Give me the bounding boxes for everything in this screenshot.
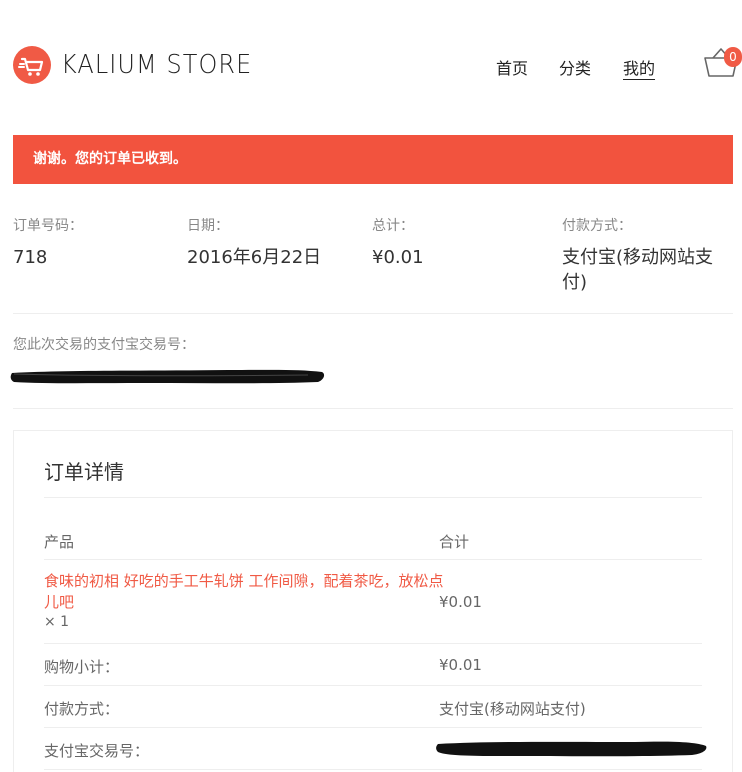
redacted-trade-number bbox=[10, 369, 325, 384]
divider bbox=[13, 408, 733, 409]
nav-home[interactable]: 首页 bbox=[496, 55, 528, 79]
product-quantity: × 1 bbox=[44, 614, 70, 630]
payment-method-value: 支付宝(移动网站支付) bbox=[562, 247, 714, 293]
order-details-title: 订单详情 bbox=[44, 460, 124, 484]
total-value: ¥0.01 bbox=[372, 247, 424, 268]
table-divider bbox=[44, 497, 702, 498]
table-divider bbox=[44, 559, 702, 560]
product-column-header: 产品 bbox=[44, 533, 75, 551]
table-divider bbox=[44, 643, 702, 644]
order-number-label: 订单号码： bbox=[13, 218, 83, 234]
nav-category[interactable]: 分类 bbox=[559, 55, 591, 79]
date-value: 2016年6月22日 bbox=[187, 247, 322, 268]
trade-number-label: 您此次交易的支付宝交易号： bbox=[13, 337, 195, 353]
details-trade-number-label: 支付宝交易号： bbox=[44, 742, 150, 760]
product-price: ¥0.01 bbox=[439, 593, 482, 611]
date-label: 日期： bbox=[187, 218, 229, 234]
order-number-value: 718 bbox=[13, 247, 48, 268]
redacted-details-trade-number bbox=[436, 741, 707, 757]
cart-logo-icon bbox=[18, 57, 44, 76]
details-payment-label: 付款方式： bbox=[44, 700, 120, 718]
site-header: KALIUM STORE 首页 分类 我的 0 bbox=[0, 0, 742, 120]
details-payment-value: 支付宝(移动网站支付) bbox=[439, 700, 586, 718]
cart-count-badge[interactable]: 0 bbox=[724, 47, 742, 67]
divider bbox=[13, 313, 733, 314]
subtotal-label: 购物小计： bbox=[44, 658, 120, 676]
total-label: 总计： bbox=[372, 218, 414, 234]
payment-method-label: 付款方式： bbox=[562, 218, 632, 234]
product-link[interactable]: 食味的初相 好吃的手工牛轧饼 工作间隙，配着茶吃，放松点儿吧 bbox=[44, 571, 444, 613]
subtotal-value: ¥0.01 bbox=[439, 656, 482, 674]
table-divider bbox=[44, 769, 702, 770]
brand-name[interactable]: KALIUM STORE bbox=[61, 50, 252, 80]
table-divider bbox=[44, 727, 702, 728]
store-logo[interactable] bbox=[13, 46, 51, 84]
table-divider bbox=[44, 685, 702, 686]
nav-mine[interactable]: 我的 bbox=[623, 55, 655, 79]
total-column-header: 合计 bbox=[439, 533, 470, 551]
order-received-notice: 谢谢。您的订单已收到。 bbox=[13, 135, 733, 184]
